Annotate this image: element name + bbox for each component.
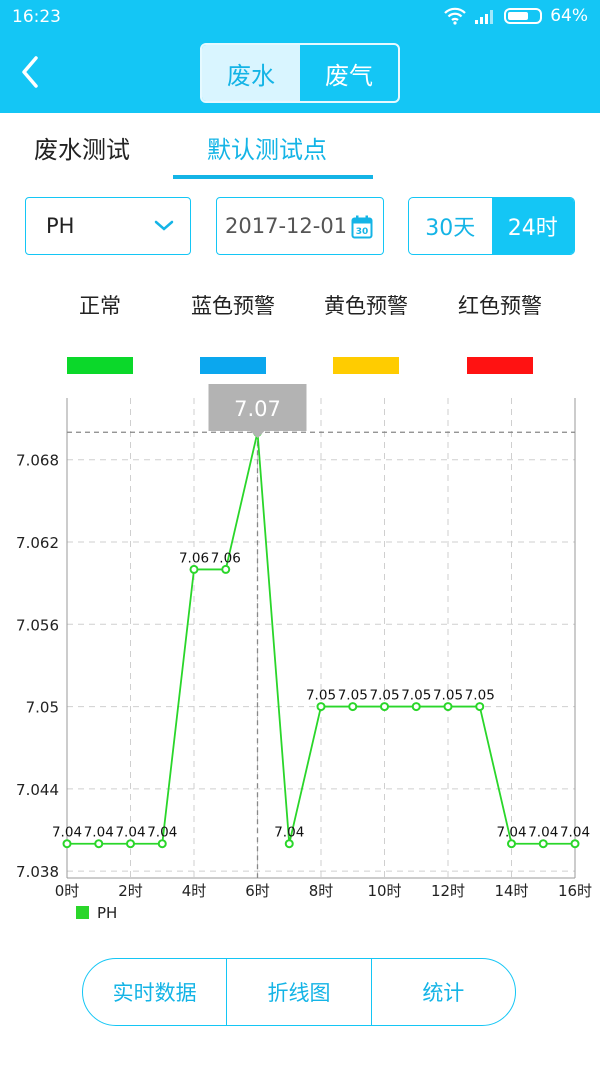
- x-tick-label: 16时: [558, 882, 592, 900]
- app-bar: 16:23 64% 废水 废气: [0, 0, 600, 113]
- x-tick-label: 6时: [245, 882, 270, 900]
- data-label: 7.05: [338, 688, 368, 704]
- data-point: [443, 702, 453, 712]
- status-time: 16:23: [12, 7, 61, 27]
- segment-waste-gas[interactable]: 废气: [300, 45, 398, 101]
- nav-line-chart[interactable]: 折线图: [227, 959, 372, 1025]
- nav-statistics[interactable]: 统计: [372, 959, 515, 1025]
- data-label: 7.04: [560, 825, 590, 841]
- data-point: [570, 839, 580, 849]
- data-label: 7.05: [401, 688, 431, 704]
- battery-icon: [504, 8, 543, 24]
- series-legend-label: PH: [97, 904, 117, 922]
- status-bar: 16:23 64%: [0, 0, 600, 36]
- data-point: [126, 839, 135, 849]
- x-tick-label: 4时: [182, 882, 207, 900]
- data-point: [157, 839, 167, 849]
- battery-percent: 64%: [550, 6, 588, 26]
- x-tick-label: 14时: [494, 882, 528, 900]
- data-label: 7.06: [211, 550, 241, 566]
- chevron-down-icon: [154, 220, 174, 231]
- parameter-value: PH: [46, 214, 75, 238]
- data-point: [94, 839, 104, 849]
- legend-swatch: [67, 357, 133, 374]
- date-value: 2017-12-01: [225, 214, 348, 238]
- legend-label: 蓝色预警: [191, 294, 275, 318]
- legend-item-yellow-warning: 黄色预警: [306, 290, 426, 374]
- data-label: 7.04: [496, 825, 526, 841]
- tooltip-value: 7.07: [234, 397, 281, 421]
- x-tick-label: 2时: [118, 882, 143, 900]
- legend-item-blue-warning: 蓝色预警: [173, 290, 293, 374]
- tab-bar: 废水测试 默认测试点: [0, 118, 600, 182]
- bottom-nav: 实时数据 折线图 统计: [82, 958, 516, 1026]
- alert-legend: 正常 蓝色预警 黄色预警 红色预警: [0, 290, 600, 374]
- tab-default-test-point[interactable]: 默认测试点: [207, 130, 327, 165]
- y-tick-label: 7.056: [16, 616, 59, 634]
- status-icons: 64%: [444, 6, 588, 26]
- type-segment-control: 废水 废气: [200, 43, 400, 103]
- data-point: [221, 564, 231, 574]
- x-tick-label: 10时: [367, 882, 401, 900]
- nav-realtime-data[interactable]: 实时数据: [83, 959, 228, 1025]
- legend-swatch: [333, 357, 399, 374]
- data-label: 7.05: [465, 688, 495, 704]
- range-option-24-hours[interactable]: 24时: [491, 198, 574, 254]
- legend-item-normal: 正常: [40, 290, 160, 374]
- legend-label: 红色预警: [458, 294, 542, 318]
- data-point: [348, 702, 358, 712]
- y-tick-label: 7.068: [16, 452, 59, 470]
- data-point: [411, 702, 421, 712]
- chart-grid: [66, 398, 576, 878]
- wifi-icon: [444, 7, 466, 25]
- data-point: [316, 702, 326, 712]
- x-tick-label: 0时: [55, 882, 80, 900]
- data-point: [380, 702, 389, 712]
- parameter-select[interactable]: PH: [25, 197, 191, 255]
- data-point: [284, 839, 294, 849]
- legend-item-red-warning: 红色预警: [440, 290, 560, 374]
- y-tick-label: 7.062: [16, 534, 59, 552]
- data-label: 7.04: [528, 825, 558, 841]
- data-label: 7.04: [147, 825, 177, 841]
- data-label: 7.06: [179, 550, 209, 566]
- x-tick-label: 8时: [309, 882, 334, 900]
- tab-indicator: [173, 175, 373, 179]
- highlight-tooltip: 7.07: [208, 384, 307, 438]
- legend-label: 正常: [79, 294, 121, 318]
- data-label: 7.05: [369, 688, 399, 704]
- y-tick-label: 7.044: [16, 781, 59, 799]
- data-label: 7.04: [274, 825, 304, 841]
- data-label: 7.04: [115, 825, 145, 841]
- legend-swatch: [200, 357, 266, 374]
- data-label: 7.05: [306, 688, 336, 704]
- signal-icon: [475, 10, 494, 24]
- svg-text:30: 30: [356, 227, 369, 237]
- legend-swatch: [467, 357, 533, 374]
- data-point: [62, 839, 72, 849]
- range-toggle: 30天 24时: [408, 197, 575, 255]
- segment-wastewater[interactable]: 废水: [202, 45, 300, 101]
- ph-series-line: [67, 432, 575, 845]
- data-point: [475, 702, 485, 712]
- data-label: 7.04: [84, 825, 114, 841]
- tooltip-pointer: [250, 431, 265, 438]
- back-arrow-icon[interactable]: [14, 52, 50, 92]
- range-option-30-days[interactable]: 30天: [409, 198, 492, 254]
- y-tick-label: 7.05: [26, 699, 59, 717]
- data-point: [189, 564, 199, 574]
- date-picker[interactable]: 2017-12-01 30: [216, 197, 384, 255]
- legend-label: 黄色预警: [324, 294, 408, 318]
- data-label: 7.04: [52, 825, 82, 841]
- data-point: [538, 839, 548, 849]
- series-legend-swatch: [76, 906, 89, 919]
- data-point: [507, 839, 516, 849]
- ph-line-chart: 7.068 7.062 7.056 7.05 7.044 7.0380时 2时 4时 6时 8时 1…: [16, 384, 592, 922]
- x-tick-label: 12时: [431, 882, 465, 900]
- y-tick-label: 7.038: [16, 863, 59, 881]
- calendar-icon: 30: [351, 215, 373, 239]
- tab-wastewater-test[interactable]: 废水测试: [34, 130, 130, 165]
- data-label: 7.05: [433, 688, 463, 704]
